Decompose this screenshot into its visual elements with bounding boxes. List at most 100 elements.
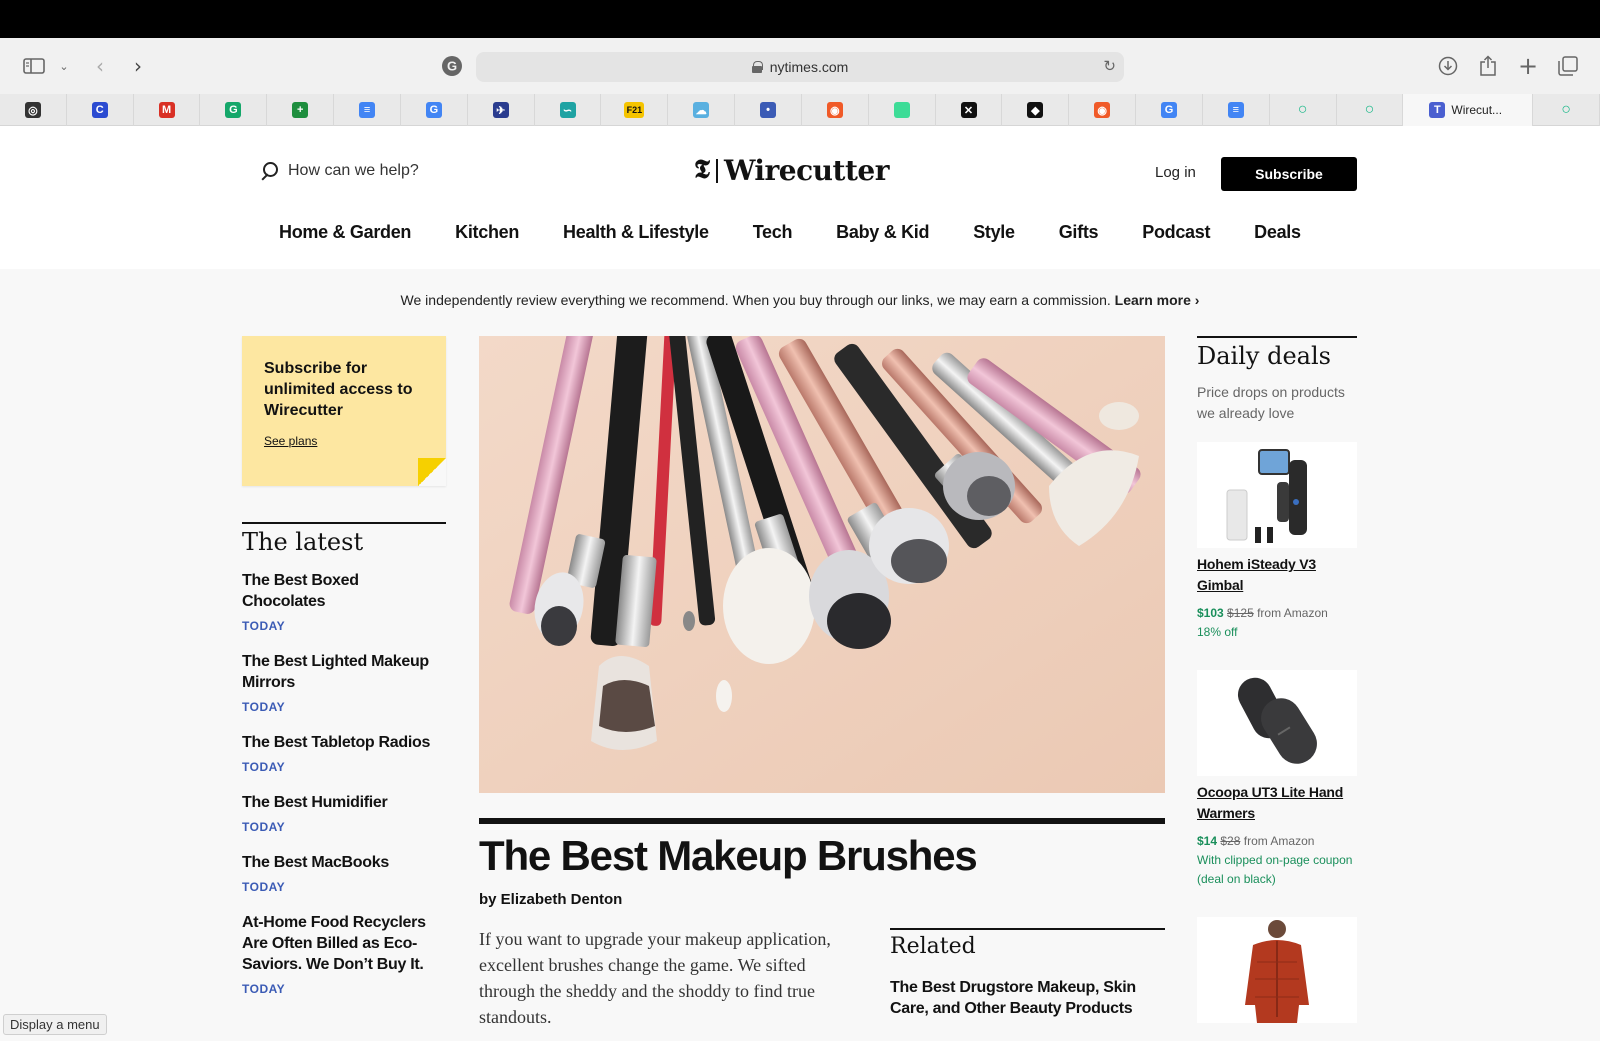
pinned-tab[interactable]: ≡ [334,94,401,126]
nav-item-tech[interactable]: Tech [753,222,793,243]
pinned-tab[interactable]: • [735,94,802,126]
sidebar-toggle-icon[interactable] [18,50,50,82]
grammarly-icon[interactable]: G [436,50,468,82]
learn-more-link[interactable]: Learn more › [1115,292,1200,308]
latest-item-title[interactable]: The Best MacBooks [242,852,446,873]
latest-item-title[interactable]: The Best Boxed Chocolates [242,570,446,612]
url-text: nytimes.com [769,59,849,75]
pinned-tab[interactable]: ∽ [535,94,602,126]
hand-warmer-product-image[interactable] [1197,670,1357,776]
logo-divider [715,158,718,183]
latest-item-title[interactable]: The Best Tabletop Radios [242,732,446,753]
pinned-tab[interactable]: ≡ [1203,94,1270,126]
pinned-tab[interactable]: T Wirecut... [1403,94,1534,126]
deal-note: 18% off [1197,625,1238,639]
tab-overview-icon[interactable] [1552,50,1584,82]
deals-subheading: Price drops on products we already love [1197,384,1345,421]
svg-text:G: G [447,59,457,74]
deal-item [1197,917,1357,1023]
pinned-tab[interactable]: G [401,94,468,126]
pinned-tab[interactable]: ✈ [468,94,535,126]
share-icon[interactable] [1472,50,1504,82]
pinned-tab[interactable]: M [134,94,201,126]
hand-warmer-icon [1237,677,1317,764]
gmail-icon: M [158,102,175,118]
deal-name[interactable]: Hohem iSteady V3 Gimbal [1197,554,1357,596]
pinned-tab[interactable]: + [267,94,335,126]
latest-item[interactable]: The Best Tabletop Radios TODAY [242,732,446,774]
latest-heading: The latest [242,528,364,556]
green-square-icon [893,102,910,118]
chevron-down-icon[interactable]: ⌄ [48,50,80,82]
pinned-tab[interactable]: ☁ [668,94,736,126]
hero-dek: If you want to upgrade your makeup appli… [479,929,831,1027]
address-bar[interactable]: nytimes.com ↻ [476,52,1124,82]
logo-wordmark: Wirecutter [723,154,890,187]
section-rule [1197,336,1357,338]
latest-item-date: TODAY [242,619,286,633]
hero-image[interactable] [479,336,1165,793]
pinned-tabs-bar: ◎ C M G + ≡ G ✈ ∽ F21 ☁ • ◉ ✕ ◆ ◉ G ≡ ○ ○ T Wirecut... ○ [0,94,1600,126]
wirecutter-logo[interactable]: 𝕿 Wirecutter [694,154,889,187]
nav-item-style[interactable]: Style [973,222,1015,243]
see-plans-link[interactable]: See plans [264,434,317,448]
pinned-tab[interactable]: ○ [1270,94,1337,126]
download-icon[interactable] [1432,50,1464,82]
page-fold-shadow [418,458,446,486]
ring-icon: ○ [1297,101,1308,118]
pinned-tab[interactable]: G [200,94,268,126]
link-icon: ∽ [559,102,576,118]
nav-item-baby-kid[interactable]: Baby & Kid [836,222,929,243]
affiliate-disclaimer: We independently review everything we re… [0,292,1600,308]
back-icon[interactable]: ‹ [84,50,116,82]
latest-item[interactable]: At-Home Food Recyclers Are Often Billed … [242,912,446,996]
nav-item-podcast[interactable]: Podcast [1142,222,1210,243]
latest-item[interactable]: The Best Lighted Makeup Mirrors TODAY [242,651,446,714]
hero-title[interactable]: The Best Makeup Brushes [479,832,978,880]
latest-item-title[interactable]: The Best Humidifier [242,792,446,813]
pinned-tab[interactable]: ◉ [802,94,869,126]
pinned-tab[interactable]: C [67,94,134,126]
latest-item[interactable]: The Best Humidifier TODAY [242,792,446,834]
latest-item-title[interactable]: The Best Lighted Makeup Mirrors [242,651,446,693]
search-box[interactable]: How can we help? [260,162,419,180]
gimbal-product-image[interactable] [1197,442,1357,548]
related-heading: Related [890,934,976,959]
pinned-tab[interactable] [869,94,936,126]
pinned-tab[interactable]: ◎ [0,94,67,126]
pinned-tab[interactable]: ◉ [1069,94,1137,126]
pinned-tab[interactable]: ○ [1337,94,1404,126]
pinned-tab[interactable]: ◆ [1002,94,1070,126]
nav-item-health-lifestyle[interactable]: Health & Lifestyle [563,222,709,243]
latest-item[interactable]: The Best MacBooks TODAY [242,852,446,894]
latest-item[interactable]: The Best Boxed Chocolates TODAY [242,570,446,633]
pinned-tab[interactable]: G [1136,94,1203,126]
nav-item-gifts[interactable]: Gifts [1059,222,1099,243]
x-icon: ✕ [960,102,977,118]
subscribe-button[interactable]: Subscribe [1221,157,1357,191]
nav-item-home-garden[interactable]: Home & Garden [279,222,411,243]
pinned-tab[interactable]: ✕ [936,94,1003,126]
deal-name[interactable]: Ocoopa UT3 Lite Hand Warmers [1197,782,1357,824]
sheets-icon: + [292,102,309,118]
lock-icon [751,61,763,73]
latest-item-date: TODAY [242,880,286,894]
pinned-tab[interactable]: F21 [601,94,669,126]
nav-item-kitchen[interactable]: Kitchen [455,222,519,243]
forward-icon[interactable]: › [122,50,154,82]
hero-rule [479,818,1165,824]
login-link[interactable]: Log in [1155,164,1196,181]
related-link[interactable]: The Best Drugstore Makeup, Skin Care, an… [890,977,1165,1019]
reload-icon[interactable]: ↻ [1103,57,1116,75]
jacket-product-image[interactable] [1197,917,1357,1023]
deal-price-now: $103 [1197,606,1224,620]
semrush-icon: ◉ [1094,102,1111,118]
section-rule [242,522,446,524]
latest-item-title[interactable]: At-Home Food Recyclers Are Often Billed … [242,912,446,975]
openai-icon: ◎ [24,102,41,118]
pinned-tab[interactable]: ○ [1533,94,1600,126]
new-tab-icon[interactable]: + [1512,50,1544,82]
github-icon: ◆ [1027,102,1044,118]
nav-item-deals[interactable]: Deals [1254,222,1301,243]
semrush-icon: ◉ [826,102,843,118]
